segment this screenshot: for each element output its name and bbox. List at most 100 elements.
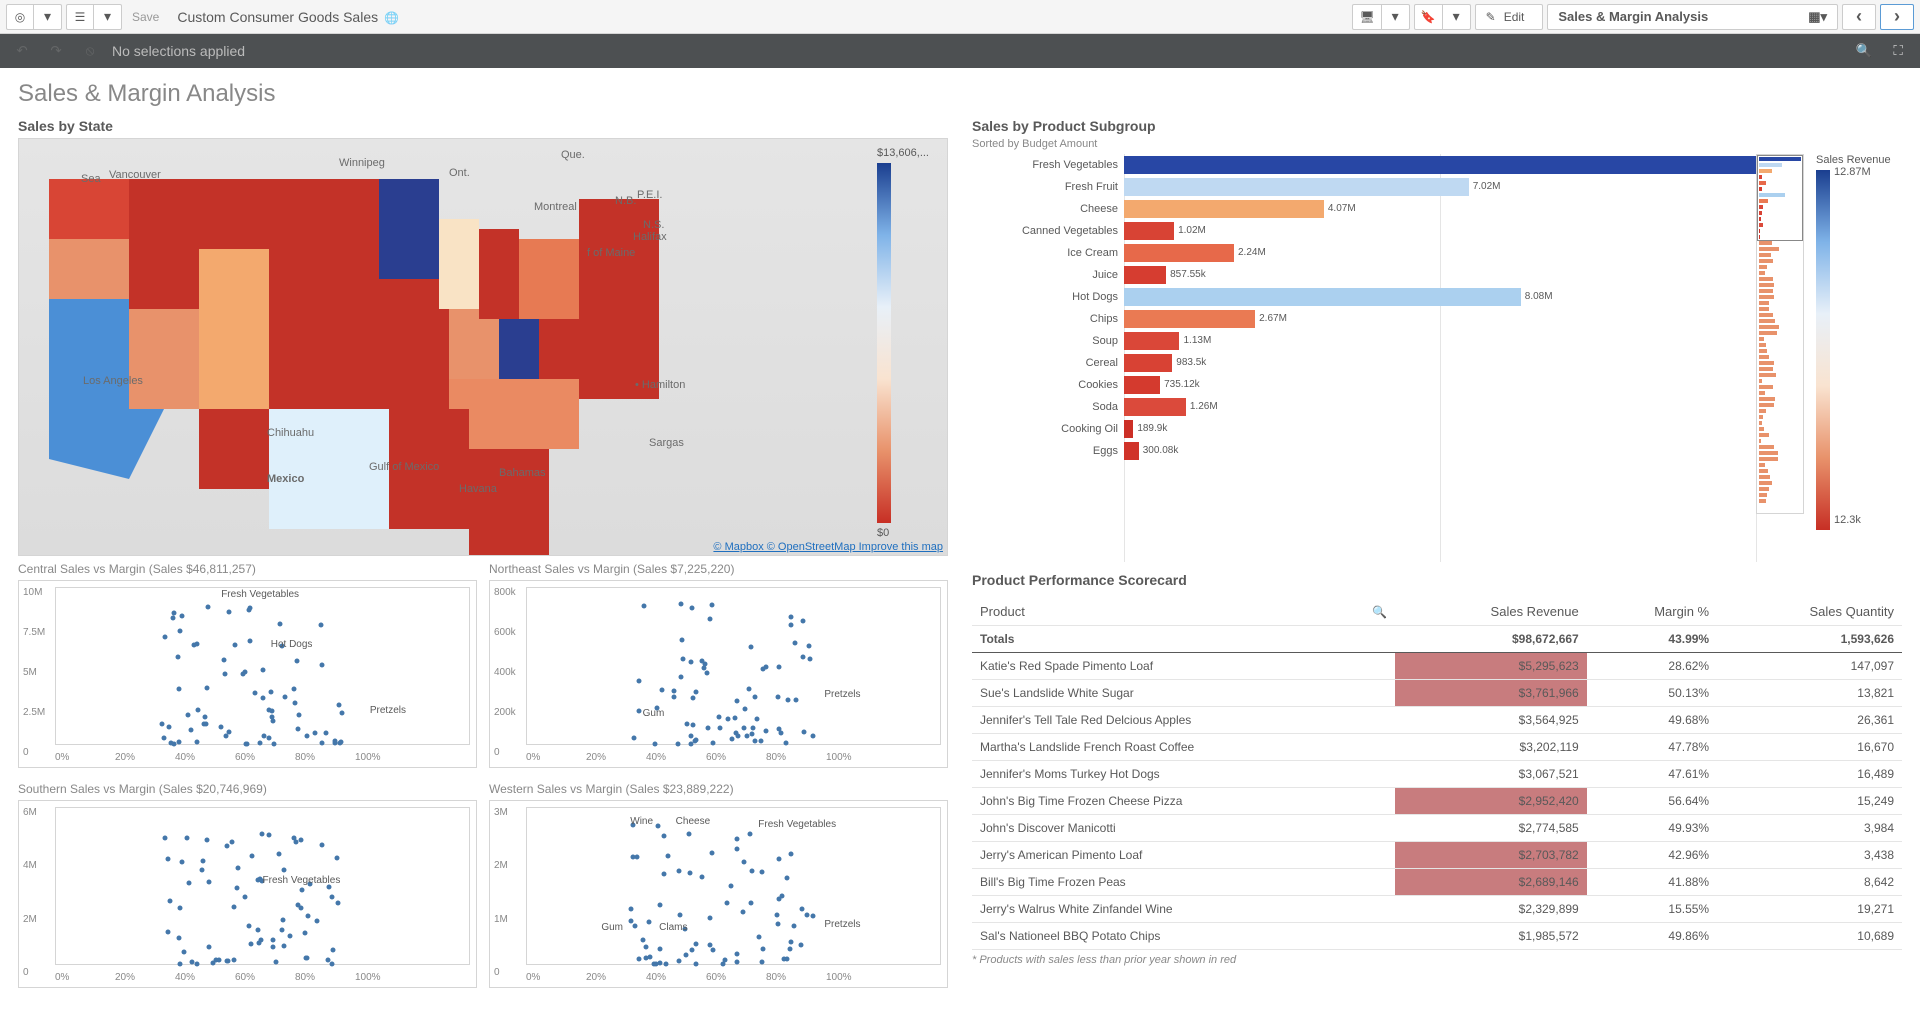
- device-preview-button[interactable]: 🖥: [1352, 4, 1381, 30]
- table-row[interactable]: Sue's Landslide White Sugar$3,761,96650.…: [972, 680, 1902, 707]
- barchart-subtitle: Sorted by Budget Amount: [972, 138, 1902, 150]
- bar-label: Cooking Oil: [972, 418, 1118, 440]
- table-row[interactable]: John's Big Time Frozen Cheese Pizza$2,95…: [972, 788, 1902, 815]
- bar[interactable]: [1124, 222, 1174, 240]
- selections-bar: ↶ ↷ ⦸ No selections applied 🔍 ⛶: [0, 34, 1920, 68]
- barchart-title: Sales by Product Subgroup: [972, 118, 1902, 134]
- sheet-selector[interactable]: Sales & Margin Analysis ▦▾: [1547, 4, 1838, 30]
- table-row[interactable]: Jerry's American Pimento Loaf$2,703,7824…: [972, 842, 1902, 869]
- scatter-annotation: Fresh Vegetables: [758, 819, 836, 830]
- scatter-annotation: Fresh Vegetables: [221, 589, 299, 600]
- bar[interactable]: [1124, 398, 1186, 416]
- legend-gradient: [877, 163, 891, 523]
- bar-value: 1.02M: [1178, 225, 1206, 236]
- device-preview-caret[interactable]: ▾: [1382, 4, 1410, 30]
- col-product[interactable]: Product: [972, 598, 1395, 626]
- bar[interactable]: [1124, 266, 1166, 284]
- bar-value: 1.26M: [1190, 401, 1218, 412]
- scatter-annotation: Wine: [630, 816, 653, 827]
- minichart-scrollbar[interactable]: [1756, 154, 1804, 514]
- map-city-label: Havana: [459, 483, 497, 495]
- map-city-label: f of Maine: [587, 247, 635, 259]
- scatter-annotation: Gum: [601, 922, 623, 933]
- bar[interactable]: [1124, 442, 1139, 460]
- selections-tool-button[interactable]: ⛶: [1886, 39, 1910, 63]
- bar-value: 857.55k: [1170, 269, 1206, 280]
- map-city-label: Chihuahu: [267, 427, 314, 439]
- table-row[interactable]: Jennifer's Tell Tale Red Delcious Apples…: [972, 707, 1902, 734]
- totals-row: Totals $98,672,667 43.99% 1,593,626: [972, 626, 1902, 653]
- pencil-icon: ✎: [1486, 10, 1496, 24]
- bar-label: Chips: [972, 308, 1118, 330]
- scatter-annotation: Cheese: [676, 816, 710, 827]
- map-attribution[interactable]: © Mapbox © OpenStreetMap Improve this ma…: [713, 541, 943, 553]
- bar[interactable]: [1124, 420, 1133, 438]
- search-icon[interactable]: [1372, 604, 1387, 619]
- view-list-button[interactable]: ☰: [66, 4, 94, 30]
- bar-label: Fresh Vegetables: [972, 154, 1118, 176]
- save-button[interactable]: Save: [126, 4, 165, 30]
- bar[interactable]: [1124, 354, 1172, 372]
- bar[interactable]: [1124, 244, 1234, 262]
- map-city-label: Los Angeles: [83, 375, 143, 387]
- nav-menu-button[interactable]: ◎: [6, 4, 34, 30]
- scatter-annotation: Hot Dogs: [271, 639, 313, 650]
- bookmark-button[interactable]: 🔖: [1414, 4, 1443, 30]
- scatter-title: Western Sales vs Margin (Sales $23,889,2…: [489, 782, 948, 796]
- bar-label: Soda: [972, 396, 1118, 418]
- bookmark-caret[interactable]: ▾: [1443, 4, 1471, 30]
- view-list-caret[interactable]: ▾: [94, 4, 122, 30]
- map-city-label: Sea: [81, 173, 101, 185]
- sheets-grid-icon: ▦▾: [1808, 9, 1827, 25]
- scatter-title: Northeast Sales vs Margin (Sales $7,225,…: [489, 562, 948, 576]
- bar[interactable]: [1124, 156, 1756, 174]
- bar-label: Cereal: [972, 352, 1118, 374]
- bar-value: 2.67M: [1259, 313, 1287, 324]
- table-row[interactable]: Katie's Red Spade Pimento Loaf$5,295,623…: [972, 653, 1902, 680]
- bar[interactable]: [1124, 200, 1324, 218]
- scatter-chart[interactable]: Fresh Vegetables 6M4M2M00%20%40%60%80%10…: [18, 800, 477, 988]
- scatter-chart[interactable]: WineCheeseFresh VegetablesGumClamsPretze…: [489, 800, 948, 988]
- bar[interactable]: [1124, 376, 1160, 394]
- bar-label: Fresh Fruit: [972, 176, 1118, 198]
- table-row[interactable]: Jerry's Walrus White Zinfandel Wine$2,32…: [972, 896, 1902, 923]
- map-chart[interactable]: Vancouver Winnipeg Ont. Que. Montreal N.…: [18, 138, 948, 556]
- barchart-legend: Sales Revenue 12.87M 12.3k: [1816, 154, 1902, 562]
- scatter-annotation: Pretzels: [824, 689, 860, 700]
- scatter-chart[interactable]: GumPretzels 800k600k400k200k00%20%40%60%…: [489, 580, 948, 768]
- bar[interactable]: [1124, 332, 1179, 350]
- bar-value: 983.5k: [1176, 357, 1206, 368]
- bar[interactable]: [1124, 310, 1255, 328]
- bar-value: 2.24M: [1238, 247, 1266, 258]
- bar[interactable]: [1124, 288, 1521, 306]
- edit-label: Edit: [1504, 10, 1525, 24]
- table-title: Product Performance Scorecard: [972, 572, 1902, 588]
- map-city-label: Que.: [561, 149, 585, 161]
- table-row[interactable]: John's Discover Manicotti$2,774,58549.93…: [972, 815, 1902, 842]
- col-margin[interactable]: Margin %: [1587, 598, 1717, 626]
- nav-menu-caret[interactable]: ▾: [34, 4, 62, 30]
- bar-label: Hot Dogs: [972, 286, 1118, 308]
- scorecard-table[interactable]: Product Sales Revenue Margin % Sales Qua…: [972, 598, 1902, 950]
- table-row[interactable]: Martha's Landslide French Roast Coffee$3…: [972, 734, 1902, 761]
- legend-min: 12.3k: [1834, 514, 1871, 526]
- col-sales[interactable]: Sales Revenue: [1395, 598, 1587, 626]
- page-title: Sales & Margin Analysis: [18, 80, 1902, 108]
- legend-top: $13,606,...: [877, 147, 929, 159]
- barchart[interactable]: Fresh VegetablesFresh FruitCheeseCanned …: [972, 154, 1902, 562]
- next-sheet-button[interactable]: ›: [1880, 4, 1914, 30]
- bar[interactable]: [1124, 178, 1469, 196]
- scatter-chart[interactable]: Fresh VegetablesHot DogsPretzels 10M7.5M…: [18, 580, 477, 768]
- smart-search-button[interactable]: 🔍: [1852, 39, 1876, 63]
- table-row[interactable]: Sal's Nationeel BBQ Potato Chips$1,985,5…: [972, 923, 1902, 950]
- table-row[interactable]: Bill's Big Time Frozen Peas$2,689,14641.…: [972, 869, 1902, 896]
- table-row[interactable]: Jennifer's Moms Turkey Hot Dogs$3,067,52…: [972, 761, 1902, 788]
- right-column: Sales by Product Subgroup Sorted by Budg…: [972, 118, 1902, 988]
- scatter-annotation: Pretzels: [370, 705, 406, 716]
- scatter-annotation: Pretzels: [824, 919, 860, 930]
- col-qty[interactable]: Sales Quantity: [1717, 598, 1902, 626]
- edit-button[interactable]: ✎ Edit: [1475, 4, 1544, 30]
- prev-sheet-button[interactable]: ‹: [1842, 4, 1876, 30]
- sheet-name: Sales & Margin Analysis: [1558, 9, 1708, 24]
- map-city-label: Halifax: [633, 231, 667, 243]
